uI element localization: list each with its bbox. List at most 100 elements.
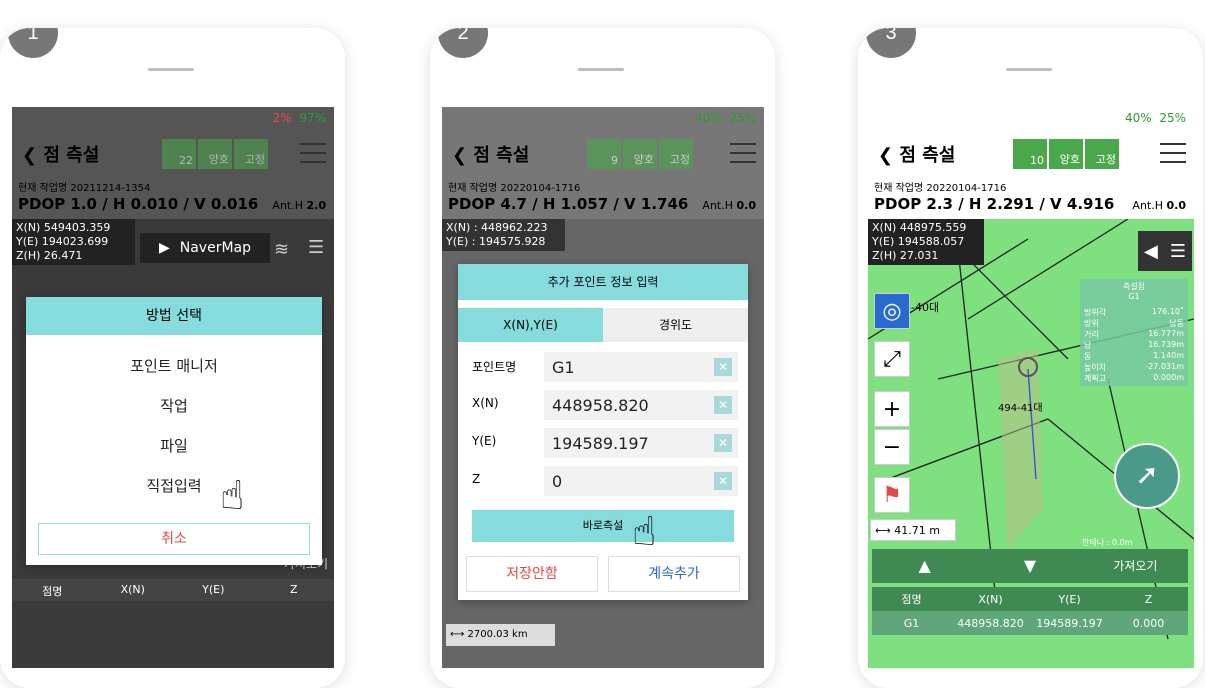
clear-icon[interactable]: ✕ (714, 434, 732, 452)
status-bar: 40% 25% (1125, 111, 1186, 125)
menu-item-file[interactable]: 파일 (26, 435, 322, 475)
z-field[interactable]: 0 ✕ (544, 466, 738, 496)
clear-icon[interactable]: ✕ (714, 396, 732, 414)
layers-icon[interactable]: ≋ (274, 239, 289, 260)
coordinate-box: X(N) 549403.359 Y(E) 194023.699 Z(H) 26.47… (12, 219, 135, 265)
antenna-height: 안테나 : 0.0m (1082, 538, 1133, 547)
map-area[interactable]: X(N) 448975.559 Y(E) 194588.057 Z(H) 27.03… (868, 219, 1194, 668)
move-down-button[interactable]: ▼ (977, 549, 1082, 583)
screen-2: 40% 25% ❮ 점 측설 9 양호 고정 현재 작업명 20220104-1… (442, 107, 764, 668)
gnss-status: 10 양호 고정 (1013, 139, 1119, 169)
back-button[interactable]: ❮ 점 측설 (22, 141, 99, 167)
parcel-label: 494-41대 (998, 403, 1043, 414)
status-bar: 2% 97% (273, 111, 326, 125)
step-badge-1: 1 (8, 28, 58, 58)
menu-icon[interactable] (300, 143, 326, 163)
ant-height: Ant.H 2.0 (272, 199, 326, 212)
list-icon[interactable]: ☰ (1170, 241, 1186, 262)
flag-icon[interactable]: ⚑ (874, 477, 910, 513)
zoom-out-button[interactable]: − (874, 429, 910, 465)
collapse-panel-button[interactable]: ◀ ☰ (1138, 231, 1192, 271)
pdop-readout: PDOP 4.7 / H 1.057 / V 1.746 (448, 195, 689, 213)
phone-frame-1: 2% 97% ❮ 점 측설 22 양호 고정 현재 작업명 20211214-1… (0, 28, 345, 688)
label-point-name: 포인트명 (472, 360, 517, 374)
status-bar: 40% 25% (695, 111, 756, 125)
phone-frame-2: 40% 25% ❮ 점 측설 9 양호 고정 현재 작업명 20220104-1… (430, 28, 775, 688)
step-badge-2: 2 (438, 28, 488, 58)
locate-icon[interactable]: ◎ (874, 293, 910, 329)
cancel-button[interactable]: 취소 (38, 523, 310, 555)
distance-readout: ⟷ 41.71 m (870, 519, 956, 541)
gnss-count: 10 (1030, 154, 1044, 167)
menu-icon[interactable] (730, 143, 756, 163)
tab-xy[interactable]: X(N),Y(E) (458, 308, 603, 342)
gps-battery: 2% (272, 111, 292, 125)
notch (578, 68, 624, 71)
back-button[interactable]: ❮ 점 측설 (878, 141, 955, 167)
label-x: X(N) (472, 396, 499, 410)
pdop-readout: PDOP 2.3 / H 2.291 / V 4.916 (874, 195, 1115, 213)
continue-add-button[interactable]: 계속추가 (608, 556, 740, 592)
method-dialog: 방법 선택 포인트 매니저 작업 파일 직접입력 취소 (26, 297, 322, 565)
app-header: ❮ 점 측설 10 양호 고정 (868, 127, 1194, 179)
back-button[interactable]: ❮ 점 측설 (452, 141, 529, 167)
move-up-button[interactable]: ▲ (872, 549, 977, 583)
project-name: 현재 작업명 20220104-1716 (874, 183, 1007, 194)
fullscreen-icon[interactable]: ⤢ (874, 341, 910, 377)
table-header: 점명 X(N) Y(E) Z (872, 587, 1188, 611)
list-icon[interactable]: ☰ (308, 237, 324, 258)
coordinate-box: X(N) : 448962.223 Y(E) : 194575.928 (442, 219, 565, 251)
dialog-title: 방법 선택 (26, 297, 322, 335)
pdop-readout: PDOP 1.0 / H 0.010 / V 0.016 (18, 195, 259, 213)
gnss-status: 22 양호 고정 (162, 139, 268, 169)
project-name: 현재 작업명 20220104-1716 (448, 183, 581, 194)
clear-icon[interactable]: ✕ (714, 472, 732, 490)
notch (148, 68, 194, 71)
battery-level: 25% (1159, 111, 1186, 125)
table-row[interactable]: G1 448958.820 194589.197 0.000 (872, 611, 1188, 635)
screen-1: 2% 97% ❮ 점 측설 22 양호 고정 현재 작업명 20211214-1… (12, 107, 334, 668)
fix-state: 고정 (244, 153, 265, 166)
compass-icon: ➚ (1114, 443, 1180, 509)
app-header: ❮ 점 측설 22 양호 고정 (12, 127, 334, 179)
x-field[interactable]: 448958.820 ✕ (544, 390, 738, 420)
gnss-count: 22 (179, 154, 193, 167)
tap-hand-icon: ☝ (632, 509, 657, 555)
point-name-field[interactable]: G1 ✕ (544, 352, 738, 382)
import-button[interactable]: 가져오기 (1083, 549, 1188, 583)
ant-height: Ant.H 0.0 (1132, 199, 1186, 212)
menu-item-point-manager[interactable]: 포인트 매니저 (26, 355, 322, 395)
battery-level: 25% (729, 111, 756, 125)
notch (1006, 68, 1052, 71)
bottom-toolbar: ▲ ▼ 가져오기 (872, 549, 1188, 583)
app-header: ❮ 점 측설 9 양호 고정 (442, 127, 764, 179)
measure-now-button[interactable]: 바로측설 (472, 510, 734, 542)
table-header: 점명 X(N) Y(E) Z (42, 583, 298, 598)
coordinate-box: X(N) 448975.559 Y(E) 194588.057 Z(H) 27.03… (868, 219, 984, 265)
y-field[interactable]: 194589.197 ✕ (544, 428, 738, 458)
screen-3: 40% 25% ❮ 점 측설 10 양호 고정 현재 작업명 20220104-… (868, 107, 1194, 668)
menu-item-direct-input[interactable]: 직접입력 (26, 475, 322, 515)
gps-battery: 40% (695, 111, 722, 125)
gps-battery: 40% (1125, 111, 1152, 125)
label-y: Y(E) (472, 434, 497, 448)
step-badge-3: 3 (866, 28, 916, 58)
clear-icon[interactable]: ✕ (714, 358, 732, 376)
scale-bar: ⟷ 2700.03 km (446, 624, 555, 646)
menu-item-job[interactable]: 작업 (26, 395, 322, 435)
navermap-button[interactable]: ▶ NaverMap (140, 233, 270, 263)
zoom-in-button[interactable]: + (874, 391, 910, 427)
project-name: 현재 작업명 20211214-1354 (18, 183, 151, 194)
correction-status: 양호 (208, 153, 229, 166)
label-z: Z (472, 472, 481, 486)
correction-status: 양호 (633, 153, 654, 166)
correction-status: 양호 (1059, 153, 1080, 166)
phone-frame-3: 40% 25% ❮ 점 측설 10 양호 고정 현재 작업명 20220104-… (858, 28, 1203, 688)
tab-latlon[interactable]: 경위도 (603, 308, 748, 342)
fix-state: 고정 (1095, 153, 1116, 166)
menu-icon[interactable] (1160, 143, 1186, 163)
point-input-dialog: 추가 포인트 정보 입력 X(N),Y(E) 경위도 포인트명 G1 ✕ X(N)… (458, 264, 748, 600)
ant-height: Ant.H 0.0 (702, 199, 756, 212)
no-save-button[interactable]: 저장안함 (466, 556, 598, 592)
info-panel: 측설점 G1 방위각 176.10˚ 방위 남동 거리 16.777m 남 16.739… (1080, 279, 1188, 386)
